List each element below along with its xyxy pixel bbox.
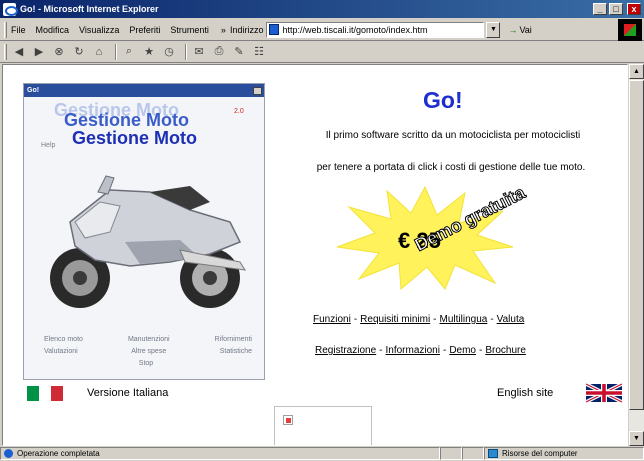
link-brochure[interactable]: Brochure	[485, 345, 526, 356]
window-title: Go! - Microsoft Internet Explorer	[20, 4, 159, 14]
english-site-link[interactable]: English site	[497, 387, 553, 399]
app-menu-item: Altre spese	[131, 348, 167, 355]
link-separator: -	[433, 314, 437, 325]
vertical-scrollbar[interactable]: ▲ ▼	[628, 64, 644, 446]
app-help-label: Help	[41, 142, 56, 149]
broken-image-icon	[283, 415, 293, 425]
status-cell-empty	[440, 447, 462, 460]
italian-version-link[interactable]: Versione Italiana	[87, 387, 168, 399]
page-title: Go!	[423, 87, 463, 113]
link-requisiti-minimi[interactable]: Requisiti minimi	[360, 314, 430, 325]
link-separator: -	[490, 314, 494, 325]
app-version: 2.0	[234, 108, 244, 115]
link-separator: -	[379, 345, 383, 356]
page-done-icon	[4, 449, 13, 458]
app-menu-item: Statistiche	[219, 348, 252, 355]
stop-icon[interactable]: ⊗	[51, 44, 67, 60]
counter-frame	[274, 406, 372, 445]
app-screenshot: Go! Gestione Moto Gestione Moto Gestione…	[23, 83, 265, 380]
address-dropdown-button[interactable]: ▼	[486, 21, 501, 38]
standard-toolbar: ◀ ▶ ⊗ ↻ ⌂ ⌕ ★ ◷ ✉ ⎙ ✎ ☷	[0, 41, 644, 63]
back-icon[interactable]: ◀	[11, 44, 27, 60]
app-menu-item: Rifornimenti	[214, 336, 252, 343]
app-menu-row: Valutazioni Altre spese Statistiche	[34, 348, 258, 355]
toolbar-separator	[115, 43, 117, 60]
print-icon[interactable]: ⎙	[211, 44, 227, 60]
status-text-cell: Operazione completata	[0, 447, 440, 460]
maximize-button[interactable]: □	[609, 3, 623, 15]
app-title-text: Go!	[27, 87, 40, 94]
app-logo: Gestione Moto	[72, 128, 197, 148]
go-label: Vai	[519, 24, 532, 35]
italian-flag-icon[interactable]	[27, 386, 63, 401]
status-cell-empty	[462, 447, 484, 460]
scroll-up-icon[interactable]: ▲	[629, 64, 644, 79]
address-input[interactable]: http://web.tiscali.it/gomoto/index.htm	[266, 21, 485, 38]
computer-zone-icon	[488, 449, 498, 458]
page-viewport[interactable]: Go! Gestione Moto Gestione Moto Gestione…	[2, 64, 628, 446]
app-menu-row: Elenco moto Manutenzioni Rifornimenti	[34, 336, 258, 343]
link-separator: -	[479, 345, 483, 356]
link-separator: -	[353, 314, 358, 325]
menu-preferiti[interactable]: Preferiti	[129, 25, 160, 35]
address-label: Indirizzo	[229, 24, 264, 35]
description-line-1: Il primo software scritto da un motocicl…	[325, 130, 581, 141]
menu-bar: File Modifica Visualizza Preferiti Strum…	[0, 19, 644, 41]
menu-visualizza[interactable]: Visualizza	[79, 25, 119, 35]
links-row-2: Registrazione - Informazioni - Demo - Brochure	[315, 345, 615, 356]
zone-cell: Risorse del computer	[484, 447, 644, 460]
link-demo[interactable]: Demo	[449, 345, 476, 356]
menu-modifica[interactable]: Modifica	[36, 25, 70, 35]
forward-icon[interactable]: ▶	[31, 44, 47, 60]
link-valuta[interactable]: Valuta	[497, 314, 525, 325]
status-text: Operazione completata	[17, 449, 100, 458]
zone-text: Risorse del computer	[502, 449, 578, 458]
search-icon[interactable]: ⌕	[121, 44, 137, 60]
status-bar: Operazione completata Risorse del comput…	[0, 446, 644, 461]
uk-flag-icon[interactable]	[586, 383, 622, 403]
toolbar-grip[interactable]	[4, 21, 7, 38]
app-window-title: Go!	[24, 84, 264, 97]
mail-icon[interactable]: ✉	[191, 44, 207, 60]
refresh-icon[interactable]: ↻	[71, 44, 87, 60]
internet-explorer-icon	[3, 2, 18, 16]
history-icon[interactable]: ◷	[161, 44, 177, 60]
link-multilingua[interactable]: Multilingua	[440, 314, 488, 325]
link-informazioni[interactable]: Informazioni	[386, 345, 440, 356]
address-value: http://web.tiscali.it/gomoto/index.htm	[282, 24, 428, 35]
toolbar-grip-2[interactable]	[4, 43, 7, 60]
scroll-thumb[interactable]	[629, 80, 644, 410]
scroll-down-icon[interactable]: ▼	[629, 431, 644, 446]
app-close-icon	[253, 86, 262, 95]
favorites-icon[interactable]: ★	[141, 44, 157, 60]
link-registrazione[interactable]: Registrazione	[315, 345, 376, 356]
edit-icon[interactable]: ✎	[231, 44, 247, 60]
toolbar-separator	[185, 43, 187, 60]
discuss-icon[interactable]: ☷	[251, 44, 267, 60]
close-button[interactable]: x	[627, 3, 641, 15]
more-menus-chevron-icon[interactable]: »	[221, 25, 226, 35]
menu-strumenti[interactable]: Strumenti	[170, 25, 209, 35]
home-icon[interactable]: ⌂	[91, 44, 107, 60]
menu-file[interactable]: File	[11, 25, 26, 35]
link-separator: -	[442, 345, 447, 356]
title-bar: Go! - Microsoft Internet Explorer _ □ x	[0, 0, 644, 18]
app-menu-item: Manutenzioni	[127, 336, 170, 343]
go-button[interactable]: → Vai	[508, 25, 531, 35]
links-row-1: Funzioni - Requisiti minimi - Multilingua - Va…	[313, 314, 613, 325]
app-menu-stop: Stop	[138, 360, 154, 367]
link-funzioni[interactable]: Funzioni	[313, 314, 351, 325]
description-line-2: per tenere a portata di click i costi di…	[316, 162, 586, 173]
minimize-button[interactable]: _	[593, 3, 607, 15]
page-icon	[269, 24, 280, 35]
go-arrow-icon: →	[508, 24, 518, 35]
browser-window: Go! - Microsoft Internet Explorer _ □ x …	[0, 0, 644, 461]
windows-logo-icon	[618, 19, 642, 41]
app-menu: Elenco moto Manutenzioni Rifornimenti Va…	[34, 336, 258, 367]
motorcycle-image	[50, 175, 246, 308]
app-menu-item: Valutazioni	[44, 348, 78, 355]
app-menu-item: Elenco moto	[44, 336, 83, 343]
